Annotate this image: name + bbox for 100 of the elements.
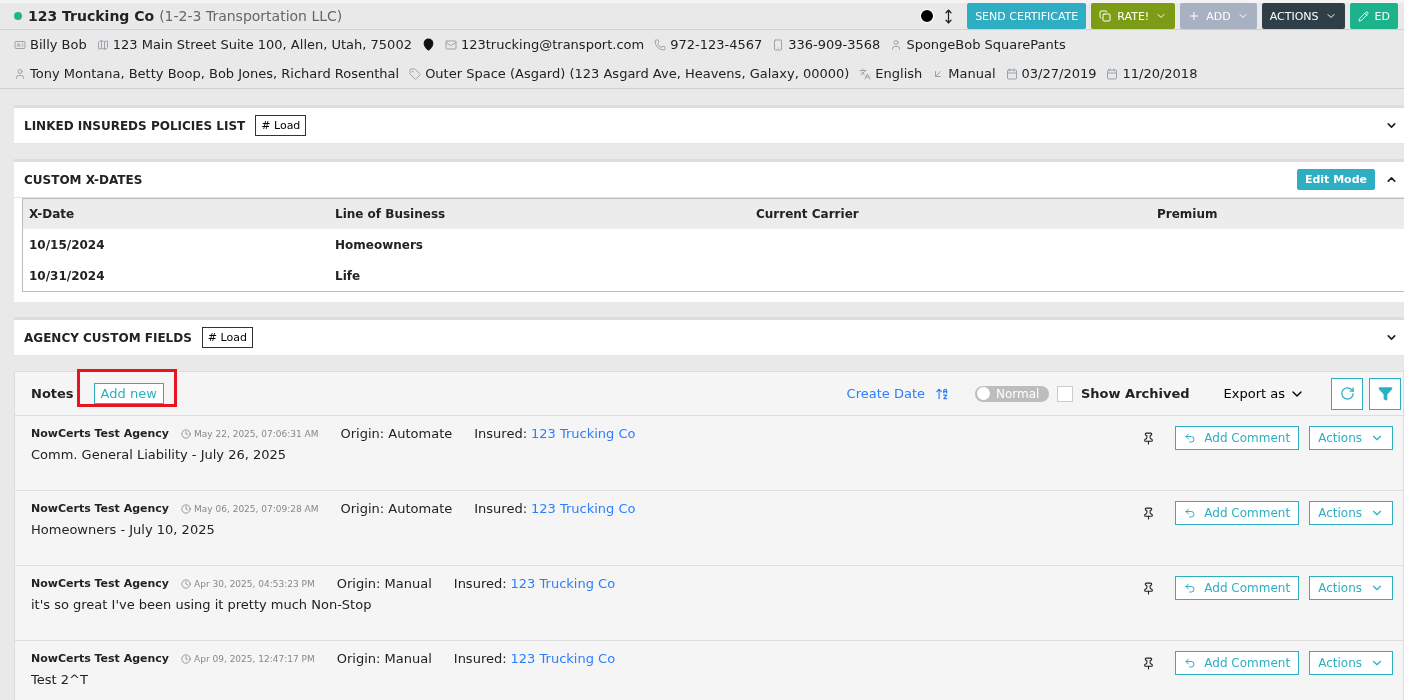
calendar-icon — [1005, 67, 1018, 80]
toolbar-button[interactable]: RATE! — [1091, 3, 1176, 29]
table-cell-text: 10/31/2024 — [29, 268, 106, 283]
section-title: AGENCY CUSTOM FIELDS — [24, 330, 192, 345]
table-cell-text: 10/15/2024 — [29, 237, 106, 252]
info-text: English — [875, 66, 923, 81]
add-comment-button[interactable]: Add Comment — [1175, 426, 1300, 450]
note-time: May 06, 2025, 07:09:28 AM — [194, 503, 319, 514]
note-author: NowCerts Test Agency — [31, 427, 170, 440]
insured-link[interactable]: 123 Trucking Co — [510, 576, 616, 591]
checkbox-label: Show Archived — [1081, 386, 1190, 401]
refresh-button[interactable] — [1331, 377, 1363, 410]
phone-icon — [654, 38, 667, 51]
plus-icon — [1188, 10, 1201, 22]
mobile-icon — [772, 38, 785, 51]
note-body: Homeowners - July 10, 2025 — [31, 522, 216, 537]
note-time: May 22, 2025, 07:06:31 AM — [194, 428, 319, 439]
reply-icon — [1184, 507, 1197, 519]
add-comment-button[interactable]: Add Comment — [1175, 576, 1300, 600]
pin-icon[interactable] — [1142, 657, 1156, 670]
account-title: 123 Trucking Co — [28, 8, 155, 24]
reply-icon — [1184, 432, 1197, 444]
actions-button[interactable]: Actions — [1309, 576, 1393, 600]
copy-icon — [1099, 10, 1112, 22]
toolbar-button[interactable]: SEND CERTIFICATE — [967, 3, 1087, 29]
pin-icon[interactable] — [1142, 507, 1156, 520]
insured-link[interactable]: 123 Trucking Co — [531, 501, 636, 516]
reply-icon — [1184, 657, 1197, 669]
language-icon — [859, 67, 872, 80]
clock-icon — [181, 653, 192, 664]
account-subtitle: (1-2-3 Transportation LLC) — [159, 8, 343, 24]
section-title: CUSTOM X-DATES — [24, 172, 143, 187]
checkbox[interactable] — [1057, 385, 1073, 402]
clock-icon — [181, 503, 192, 514]
add-new-button[interactable]: Add new — [93, 383, 164, 404]
note-author: NowCerts Test Agency — [31, 502, 170, 515]
actions-button[interactable]: Actions — [1309, 651, 1393, 675]
insured-label: Insured: — [474, 501, 527, 516]
insured-label: Insured: — [453, 576, 507, 591]
user-icon — [890, 38, 903, 51]
info-text: Tony Montana, Betty Boop, Bob Jones, Richard Rosenthal — [30, 66, 400, 81]
table-cell-text: Homeowners — [335, 237, 424, 252]
column-header: Premium — [1157, 207, 1219, 221]
info-text: 336-909-3568 — [788, 37, 881, 52]
export-button[interactable]: Export as — [1217, 384, 1311, 403]
toolbar-button[interactable]: ADD — [1180, 3, 1257, 29]
actions-button[interactable]: Actions — [1309, 426, 1393, 450]
pencil-icon — [1357, 10, 1369, 22]
map-pin-icon[interactable] — [421, 38, 435, 51]
info-text: Manual — [948, 66, 996, 81]
info-text: 123trucking@transport.com — [460, 37, 645, 52]
sort-icon — [935, 386, 949, 401]
toolbar-button[interactable]: ACTIONS — [1261, 3, 1345, 29]
info-text: Outer Space (Asgard) (123 Asgard Ave, Heavens, Galaxy, 00000) — [425, 66, 850, 81]
insured-label: Insured: — [474, 426, 527, 441]
note-origin: Origin: Automate — [340, 426, 453, 441]
tag-icon — [409, 67, 422, 80]
info-text: SpongeBob SquarePants — [906, 37, 1066, 52]
reply-icon — [1184, 582, 1197, 594]
info-text: 03/27/2019 — [1021, 66, 1097, 81]
column-header: Current Carrier — [756, 207, 860, 221]
clock-icon — [181, 428, 192, 439]
insured-link[interactable]: 123 Trucking Co — [531, 426, 636, 441]
load-button[interactable]: # Load — [201, 327, 253, 348]
note-body: Comm. General Liability - July 26, 2025 — [31, 447, 288, 462]
add-comment-button[interactable]: Add Comment — [1175, 501, 1300, 525]
load-button[interactable]: # Load — [255, 115, 307, 136]
edit-mode-button[interactable]: Edit Mode — [1296, 169, 1375, 190]
note-body: Test 2^T — [31, 672, 89, 687]
filter-icon — [1377, 386, 1393, 401]
section-title: LINKED INSUREDS POLICIES LIST — [24, 118, 246, 133]
actions-button[interactable]: Actions — [1309, 501, 1393, 525]
calendar-icon — [1106, 67, 1119, 80]
info-text: 123 Main Street Suite 100, Allen, Utah, 75002 — [112, 37, 412, 52]
note-origin: Origin: Automate — [340, 501, 453, 516]
id-card-icon — [14, 38, 26, 51]
table-cell-text: Life — [335, 268, 362, 283]
note-time: Apr 30, 2025, 04:53:23 PM — [194, 578, 315, 589]
map-icon — [96, 38, 109, 51]
note-author: NowCerts Test Agency — [31, 577, 170, 590]
note-author: NowCerts Test Agency — [31, 652, 170, 665]
sort-button[interactable]: Create Date — [840, 385, 955, 402]
filter-button[interactable] — [1369, 377, 1401, 410]
note-origin: Origin: Manual — [336, 651, 432, 666]
clock-icon — [181, 578, 192, 589]
column-header: X-Date — [29, 207, 76, 221]
info-text: Billy Bob — [30, 37, 87, 52]
pin-icon[interactable] — [1142, 432, 1156, 445]
pin-icon[interactable] — [1142, 582, 1156, 595]
mode-toggle[interactable]: Normal — [975, 385, 1049, 402]
column-header: Line of Business — [335, 207, 447, 221]
note-origin: Origin: Manual — [336, 576, 432, 591]
toolbar-button[interactable]: ED — [1349, 3, 1398, 29]
insured-link[interactable]: 123 Trucking Co — [510, 651, 616, 666]
note-body: it's so great I've been using it pretty much Non-Stop — [31, 597, 373, 612]
add-comment-button[interactable]: Add Comment — [1175, 651, 1300, 675]
user-icon — [14, 67, 26, 80]
info-text: 972-123-4567 — [670, 37, 763, 52]
notes-title: Notes — [31, 386, 74, 401]
insured-label: Insured: — [453, 651, 507, 666]
